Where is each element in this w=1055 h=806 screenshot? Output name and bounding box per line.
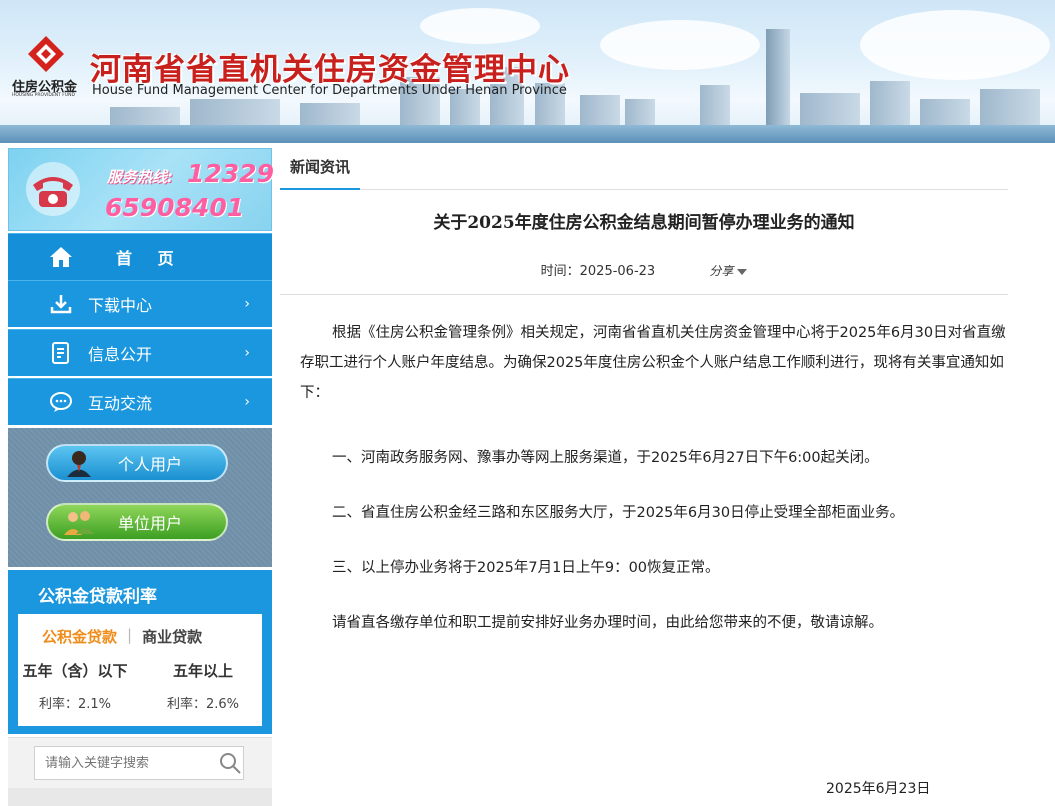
- telephone-icon: [26, 162, 80, 216]
- tab-housing-fund-loan[interactable]: 公积金贷款: [42, 626, 117, 647]
- rate-term-label: 五年以上: [172, 662, 233, 680]
- user-login-panel: 个人用户 单位用户: [8, 428, 272, 567]
- article-time: 时间：2025-06-23: [540, 264, 656, 279]
- caret-down-icon: [737, 268, 748, 275]
- loan-rate-panel: 公积金贷款利率 公积金贷款 | 商业贷款 五年（含）以下 利率：2.1% 五年以…: [8, 570, 272, 734]
- hotline-number-secondary: 65908401: [105, 193, 245, 222]
- personal-user-button[interactable]: 个人用户: [46, 444, 228, 482]
- logo-english-text: HOUSING PROVIDENT FUND: [12, 93, 75, 98]
- nav-home[interactable]: 首 页: [8, 233, 272, 280]
- skyline-building: [580, 95, 620, 129]
- cloud-decoration: [860, 10, 1050, 80]
- person-icon: [62, 446, 96, 480]
- header-banner: 住房公积金 HOUSING PROVIDENT FUND 河南省省直机关住房资金…: [0, 0, 1055, 143]
- skyline-building: [870, 81, 910, 129]
- tab-commercial-loan[interactable]: 商业贷款: [142, 626, 202, 647]
- unit-user-button[interactable]: 单位用户: [46, 503, 228, 541]
- chevron-right-icon: ›: [244, 296, 250, 312]
- unit-user-label: 单位用户: [118, 514, 183, 533]
- nav-download-center[interactable]: 下载中心 ›: [8, 280, 272, 327]
- rate-column-short-term: 五年（含）以下 利率：2.1%: [20, 660, 130, 712]
- breadcrumb: 新闻资讯: [280, 148, 1008, 190]
- nav-item-label: 下载中心: [88, 296, 153, 315]
- search-icon[interactable]: [218, 751, 242, 775]
- search-panel-footer: [8, 788, 272, 806]
- loan-rate-tabs: 公积金贷款 | 商业贷款: [42, 626, 202, 647]
- article-main: 新闻资讯 关于2025年度住房公积金结息期间暂停办理业务的通知 时间：2025-…: [280, 148, 1010, 805]
- share-label: 分享: [709, 264, 734, 278]
- tab-separator: |: [127, 626, 133, 644]
- breadcrumb-news[interactable]: 新闻资讯: [280, 148, 361, 190]
- personal-user-label: 个人用户: [118, 455, 183, 474]
- article-title: 关于2025年度住房公积金结息期间暂停办理业务的通知: [433, 213, 855, 233]
- cloud-decoration: [420, 8, 540, 44]
- rate-value: 利率：2.6%: [166, 697, 240, 712]
- document-icon: [48, 340, 74, 366]
- chat-icon: [48, 389, 74, 415]
- hotline-label: 服务热线:: [107, 168, 173, 186]
- hotline-number: 12329: [187, 159, 274, 188]
- nav-info-disclosure[interactable]: 信息公开 ›: [8, 329, 272, 376]
- rate-column-long-term: 五年以上 利率：2.6%: [148, 660, 258, 712]
- nav-interaction[interactable]: 互动交流 ›: [8, 378, 272, 425]
- river-decoration: [0, 125, 1055, 143]
- skyline-tower: [766, 29, 790, 129]
- skyline-building: [980, 89, 1040, 129]
- housing-fund-logo-icon: [28, 36, 64, 72]
- skyline-building: [700, 85, 730, 129]
- article-paragraph: 一、河南政务服务网、豫事办等网上服务渠道，于2025年6月27日下午6:00起关…: [332, 450, 879, 466]
- service-hotline-banner: 服务热线: 12329 65908401: [8, 148, 274, 231]
- article-paragraph: 二、省直住房公积金经三路和东区服务大厅，于2025年6月30日停止受理全部柜面业…: [332, 505, 905, 521]
- article-paragraph: 三、以上停办业务将于2025年7月1日上午9：00恢复正常。: [332, 560, 720, 576]
- group-icon: [62, 505, 96, 539]
- rate-term-label: 五年（含）以下: [22, 662, 128, 680]
- home-icon: [48, 244, 74, 270]
- article-paragraph: 请省直各缴存单位和职工提前安排好业务办理时间，由此给您带来的不便，敬请谅解。: [332, 615, 883, 631]
- nav-home-label: 首 页: [116, 249, 184, 268]
- site-subtitle: House Fund Management Center for Departm…: [92, 83, 567, 98]
- share-button[interactable]: 分享: [709, 264, 748, 278]
- cloud-decoration: [600, 20, 760, 70]
- chevron-right-icon: ›: [244, 345, 250, 361]
- chevron-right-icon: ›: [244, 394, 250, 410]
- skyline-building: [800, 93, 860, 129]
- loan-rate-title: 公积金贷款利率: [38, 587, 157, 607]
- nav-item-label: 信息公开: [88, 345, 153, 364]
- article-paragraph: 根据《住房公积金管理条例》相关规定，河南省省直机关住房资金管理中心将于2025年…: [300, 325, 1006, 401]
- divider: [280, 294, 1008, 295]
- article-date: 2025年6月23日: [826, 781, 931, 797]
- search-input[interactable]: [34, 746, 244, 780]
- loan-rate-card: 公积金贷款 | 商业贷款 五年（含）以下 利率：2.1% 五年以上 利率：2.6…: [18, 614, 262, 726]
- search-panel: [8, 737, 272, 806]
- rate-value: 利率：2.1%: [38, 697, 112, 712]
- article-meta: 时间：2025-06-23 分享: [280, 260, 1008, 279]
- nav-item-label: 互动交流: [88, 394, 153, 413]
- download-icon: [48, 291, 74, 317]
